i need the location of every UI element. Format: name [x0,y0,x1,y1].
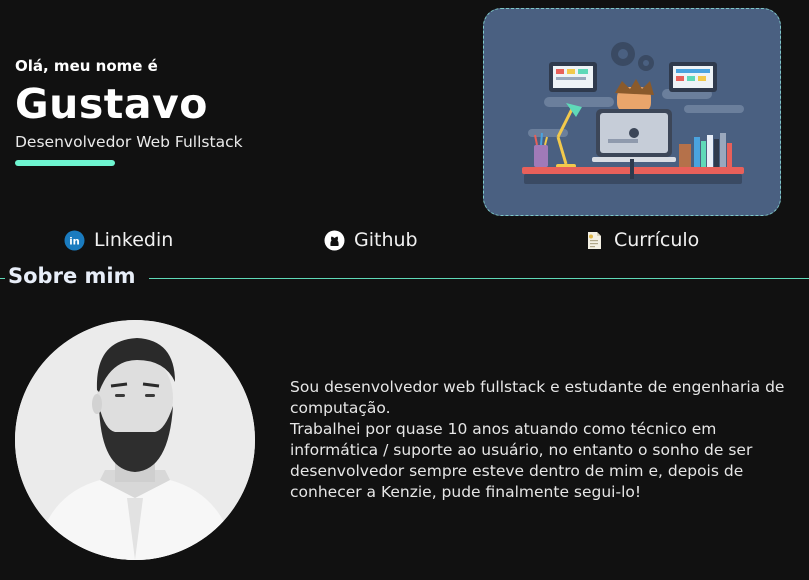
about-title: Sobre mim [8,264,136,288]
hero-greeting: Olá, meu nome é [15,57,158,75]
about-paragraph-1: Sou desenvolvedor web fullstack e estuda… [290,378,785,417]
github-icon [324,230,345,251]
divider-line [0,278,5,279]
about-section-header: Sobre mim [0,263,809,293]
linkedin-link[interactable]: in Linkedin [64,229,173,251]
avatar [15,320,255,560]
github-label: Github [354,229,418,251]
about-paragraph-2: Trabalhei por quase 10 anos atuando como… [290,420,753,501]
curriculo-link[interactable]: Currículo [584,229,699,251]
hero-underline [15,160,115,166]
developer-illustration [483,8,781,216]
hero-name: Gustavo [15,80,208,128]
about-text: Sou desenvolvedor web fullstack e estuda… [290,377,790,503]
social-links: in Linkedin Github Currículo [0,229,809,257]
divider-line [149,278,809,279]
curriculo-label: Currículo [614,229,700,251]
linkedin-icon: in [64,230,85,251]
developer-desk-illustration [522,42,744,184]
svg-text:in: in [69,236,80,247]
linkedin-label: Linkedin [94,229,174,251]
document-icon [584,230,605,251]
github-link[interactable]: Github [324,229,418,251]
profile-photo [15,320,255,560]
hero-role: Desenvolvedor Web Fullstack [15,133,243,151]
